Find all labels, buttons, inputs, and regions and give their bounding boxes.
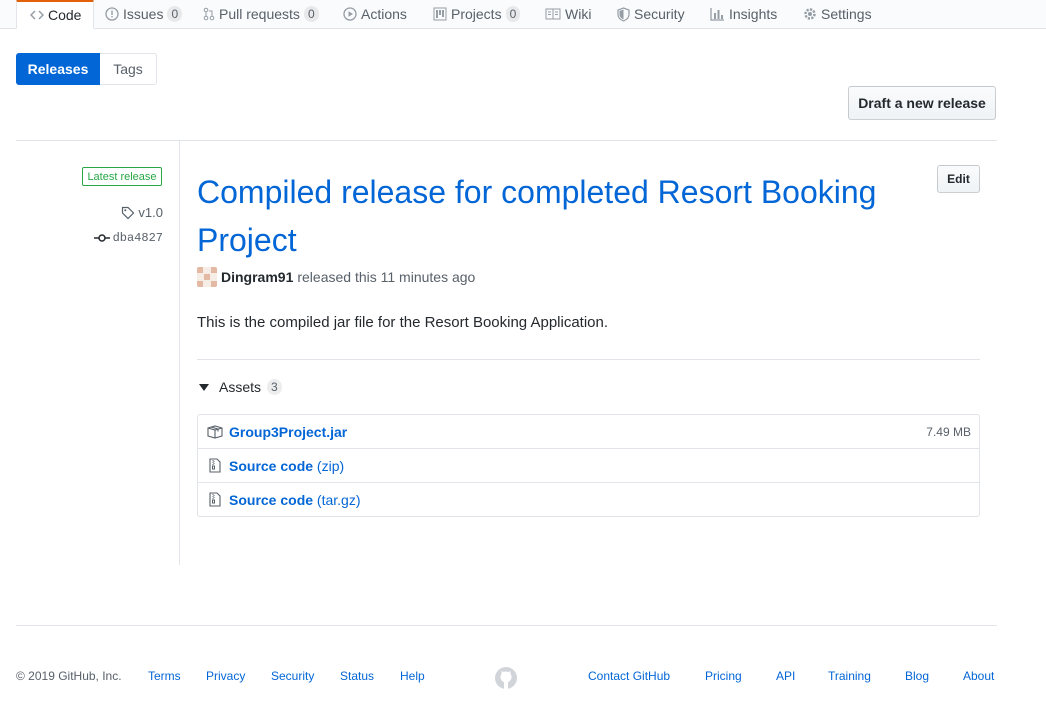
edit-release-button[interactable]: Edit (937, 165, 980, 193)
tab-pull-requests[interactable]: Pull requests 0 (203, 0, 319, 28)
footer: © 2019 GitHub, Inc. Terms Privacy Securi… (16, 666, 997, 689)
footer-copyright: © 2019 GitHub, Inc. (16, 669, 122, 683)
asset-format: (zip) (316, 457, 345, 474)
asset-link[interactable]: Source code (zip) (229, 458, 344, 474)
project-icon (433, 7, 447, 21)
github-logo-icon[interactable] (494, 666, 518, 693)
footer-link-help[interactable]: Help (400, 669, 425, 683)
footer-link-pricing[interactable]: Pricing (705, 669, 742, 683)
footer-link-privacy[interactable]: Privacy (206, 669, 245, 683)
asset-link[interactable]: Source code (tar.gz) (229, 492, 361, 508)
assets-label: Assets (219, 379, 262, 395)
tab-label: Insights (729, 6, 778, 22)
asset-name: Source code (229, 491, 314, 508)
assets-counter: 3 (267, 379, 282, 395)
asset-format: (tar.gz) (316, 491, 361, 508)
code-icon (30, 10, 44, 20)
tab-projects[interactable]: Projects 0 (433, 0, 521, 28)
footer-link-status[interactable]: Status (340, 669, 374, 683)
release-commit[interactable]: dba4827 (93, 231, 163, 245)
footer-link-blog[interactable]: Blog (905, 669, 929, 683)
tab-wiki[interactable]: Wiki (545, 0, 591, 28)
avatar[interactable] (197, 267, 217, 287)
release-title[interactable]: Compiled release for completed Resort Bo… (197, 168, 917, 264)
list-item: Source code (zip) (198, 448, 979, 482)
issues-counter: 0 (167, 6, 183, 22)
repo-nav: Code Issues 0 Pull requests 0 Actions Pr… (0, 0, 1046, 29)
tab-label: Wiki (565, 6, 592, 22)
tab-insights[interactable]: Insights (710, 0, 777, 28)
footer-link-security[interactable]: Security (271, 669, 314, 683)
footer-link-terms[interactable]: Terms (148, 669, 181, 683)
body-divider (197, 359, 980, 360)
tab-label: Code (48, 7, 82, 23)
package-icon (207, 424, 223, 439)
file-zip-icon (207, 458, 223, 473)
file-zip-icon (207, 492, 223, 507)
assets-toggle[interactable]: Assets 3 (197, 379, 282, 395)
gear-icon (803, 7, 817, 21)
release-byline: Dingram91 released this 11 minutes ago (197, 267, 475, 287)
commit-sha: dba4827 (112, 231, 163, 245)
asset-name: Source code (229, 457, 314, 474)
footer-link-training[interactable]: Training (828, 669, 871, 683)
projects-counter: 0 (505, 6, 521, 22)
play-icon (343, 7, 357, 21)
list-item: Source code (tar.gz) (198, 482, 979, 516)
book-icon (545, 8, 561, 20)
asset-size: 7.49 MB (926, 424, 971, 439)
shield-icon (617, 6, 630, 22)
triangle-down-icon (199, 383, 209, 391)
tab-label: Security (634, 6, 685, 22)
tab-label: Settings (821, 6, 872, 22)
tab-actions[interactable]: Actions (343, 0, 407, 28)
tab-label: Actions (361, 6, 407, 22)
tag-name: v1.0 (138, 205, 163, 220)
tab-label: Issues (123, 6, 164, 22)
tab-issues[interactable]: Issues 0 (105, 0, 183, 28)
issue-icon (105, 7, 119, 21)
released-time: released this 11 minutes ago (297, 269, 476, 285)
release-tag[interactable]: v1.0 (121, 205, 163, 220)
tags-tab[interactable]: Tags (100, 53, 157, 85)
author-link[interactable]: Dingram91 (221, 269, 293, 285)
tab-label: Projects (451, 6, 502, 22)
tab-code[interactable]: Code (16, 0, 95, 29)
graph-icon (710, 7, 725, 21)
pull-request-icon (203, 7, 215, 21)
footer-link-about[interactable]: About (963, 669, 994, 683)
header-divider (16, 140, 997, 141)
assets-list: Group3Project.jar 7.49 MB Source code (z… (197, 414, 980, 517)
timeline-divider (179, 141, 180, 565)
draft-new-release-button[interactable]: Draft a new release (848, 86, 996, 120)
release-description: This is the compiled jar file for the Re… (197, 314, 609, 331)
releases-tab[interactable]: Releases (16, 53, 100, 85)
latest-release-badge: Latest release (82, 167, 162, 186)
tag-icon (121, 206, 135, 220)
footer-link-contact[interactable]: Contact GitHub (588, 669, 670, 683)
tab-label: Pull requests (219, 6, 300, 22)
footer-divider (16, 625, 997, 626)
asset-link[interactable]: Group3Project.jar (229, 424, 347, 440)
list-item: Group3Project.jar 7.49 MB (198, 415, 979, 448)
release-subnav: Releases Tags (16, 53, 157, 85)
footer-link-api[interactable]: API (776, 669, 795, 683)
asset-name: Group3Project.jar (229, 423, 348, 440)
tab-settings[interactable]: Settings (803, 0, 872, 28)
commit-icon (93, 233, 110, 243)
pull-requests-counter: 0 (303, 6, 319, 22)
tab-security[interactable]: Security (617, 0, 685, 28)
